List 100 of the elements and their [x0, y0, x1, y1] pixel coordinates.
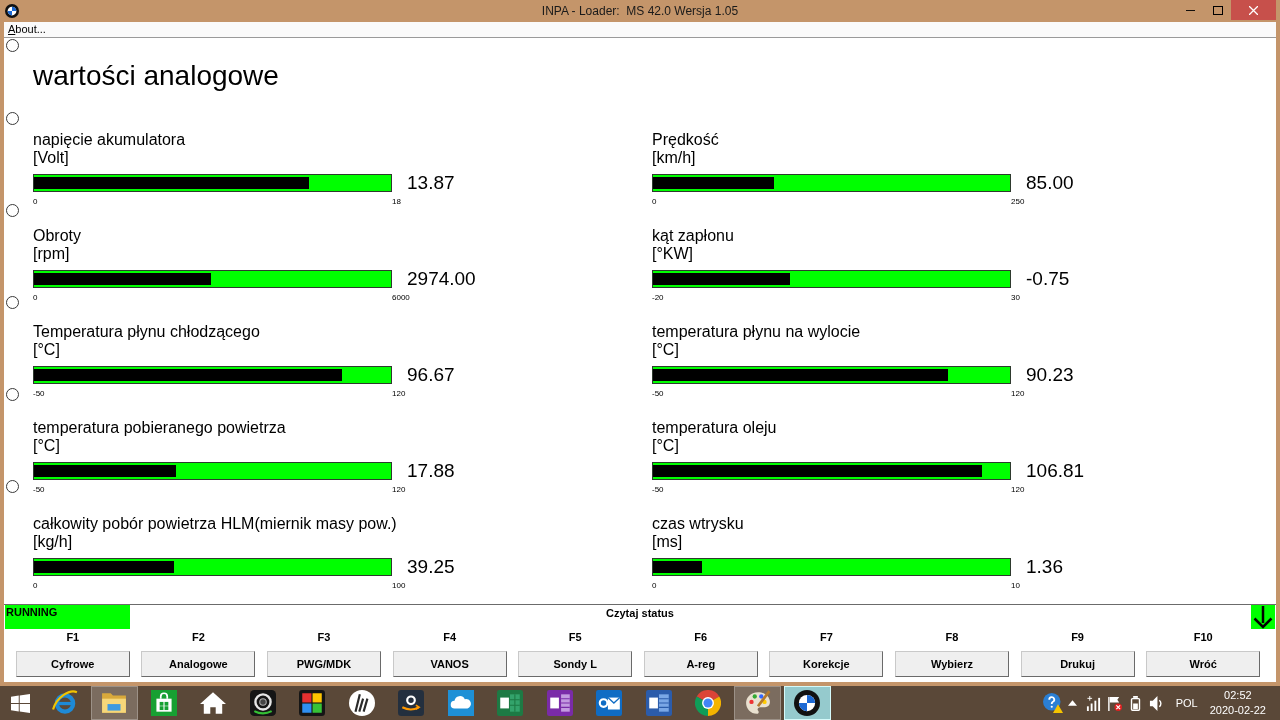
gauge-unit: [°C] [33, 341, 60, 359]
window-title: INPA - Loader: MS 42.0 Wersja 1.05 [541, 4, 739, 18]
scale-max: 120 [392, 485, 406, 495]
gauge-value: 1.36 [1026, 556, 1063, 578]
scale-max: 6000 [392, 293, 410, 303]
function-key-label: F8 [945, 631, 959, 643]
gauge-unit: [kg/h] [33, 533, 73, 551]
language-indicator[interactable]: POL [1175, 697, 1198, 709]
gauge-label: napięcie akumulatora [33, 131, 186, 149]
gauge-value: 90.23 [1026, 364, 1074, 386]
function-button[interactable]: Sondy L [518, 651, 633, 677]
function-key-label: F4 [443, 631, 456, 643]
clock-date[interactable]: 2020-02-22 [1209, 703, 1266, 718]
gauge-label: Temperatura płynu chłodzącego [33, 323, 260, 341]
scale-max: 120 [1011, 485, 1025, 495]
scale-min: -50 [652, 485, 664, 494]
scale-min: 0 [652, 197, 657, 206]
gauge-label: temperatura pobieranego powietrza [33, 419, 286, 437]
maximize-icon [1212, 5, 1223, 15]
menu-item[interactable]: About... [8, 23, 46, 36]
flag-icon[interactable] [1106, 695, 1122, 711]
gauge-unit: [°KW] [652, 245, 694, 263]
radio-button[interactable] [6, 388, 19, 401]
help-icon[interactable] [1042, 693, 1063, 713]
scale-min: 0 [33, 581, 38, 590]
radio-button[interactable] [6, 480, 19, 493]
scale-min: -50 [652, 389, 664, 398]
scale-min: 0 [652, 581, 657, 590]
function-key-label: F2 [191, 631, 205, 643]
gauge-label: temperatura oleju [652, 419, 777, 437]
gauge-unit: [°C] [652, 437, 679, 455]
scale-max: 30 [1011, 293, 1020, 303]
gauge-unit: [°C] [33, 437, 60, 455]
gauge-value: 85.00 [1026, 172, 1074, 194]
e-ring-icon [51, 690, 78, 716]
spreadsheet-icon [497, 690, 524, 716]
scale-max: 100 [392, 581, 406, 591]
function-button[interactable]: Cyfrowe [15, 651, 130, 677]
gauge-value: 39.25 [407, 556, 455, 578]
function-key-label: F6 [694, 631, 708, 643]
function-button[interactable]: Wróć [1146, 651, 1261, 677]
radio-button[interactable] [6, 296, 19, 309]
notebook-icon [546, 690, 573, 716]
function-button[interactable]: A-reg [643, 651, 758, 677]
status-message: Czytaj status [606, 607, 674, 620]
gauge-label: czas wtrysku [652, 515, 744, 533]
radio-button[interactable] [6, 112, 19, 125]
scale-min: 0 [33, 197, 38, 206]
taskbar-button[interactable] [783, 686, 831, 720]
scale-max: 18 [392, 197, 401, 207]
close-icon [1249, 5, 1258, 15]
function-button[interactable]: PWG/MDK [267, 651, 381, 677]
palette-icon [744, 690, 771, 716]
clock-time[interactable]: 02:52 [1224, 688, 1252, 703]
gauge-value: 2974.00 [407, 268, 476, 290]
function-button[interactable]: VANOS [392, 651, 507, 677]
gauge-unit: [ms] [652, 533, 683, 551]
speaker-icon[interactable] [1148, 695, 1164, 711]
function-key-label: F10 [1193, 631, 1213, 643]
document-icon [645, 690, 672, 716]
tricolor-circle-icon [695, 690, 722, 716]
scale-min: -20 [652, 293, 664, 302]
signal-icon[interactable] [1085, 695, 1101, 711]
folder-icon [101, 690, 128, 716]
puzzle-icon [299, 690, 326, 716]
caret-icon[interactable] [1067, 700, 1077, 706]
status-indicator: RUNNING [5, 605, 130, 629]
scale-min: -50 [33, 389, 45, 398]
function-button[interactable]: Wybierz [894, 651, 1009, 677]
function-key-label: F5 [568, 631, 582, 643]
gauge-value: 106.81 [1026, 460, 1085, 482]
scale-max: 250 [1011, 197, 1025, 207]
roundel-icon [5, 4, 19, 18]
gauge-label: temperatura płynu na wylocie [652, 323, 861, 341]
function-button[interactable]: Analogowe [141, 651, 256, 677]
gauge-unit: [rpm] [33, 245, 70, 263]
gauge-label: całkowity pobór powietrza HLM(miernik masy pow.) [33, 515, 397, 533]
gauge-label: Obroty [33, 227, 81, 245]
gauge-label: Prędkość [652, 131, 719, 149]
shopping-bag-icon [150, 690, 177, 716]
windows-logo-icon [10, 693, 30, 713]
gauge-value: 96.67 [407, 364, 455, 386]
function-button[interactable]: Korekcje [769, 651, 884, 677]
scale-min: -50 [33, 485, 45, 494]
gauge-label: kąt zapłonu [652, 227, 734, 245]
mail-icon [596, 690, 623, 716]
scale-min: 0 [33, 293, 38, 302]
gauge-unit: [km/h] [652, 149, 696, 167]
function-button[interactable]: Drukuj [1020, 651, 1135, 677]
gauge-value: 17.88 [407, 460, 455, 482]
webcam-icon [249, 690, 276, 716]
scale-max: 120 [392, 389, 406, 399]
scale-max: 120 [1011, 389, 1025, 399]
circle-logo-icon [348, 690, 375, 716]
arrow-down-icon [1251, 605, 1275, 629]
cloud-icon [447, 690, 474, 716]
roundel-icon [794, 690, 821, 716]
radio-button[interactable] [6, 204, 19, 217]
radio-button[interactable] [6, 39, 19, 52]
gauge-value: 13.87 [407, 172, 455, 194]
